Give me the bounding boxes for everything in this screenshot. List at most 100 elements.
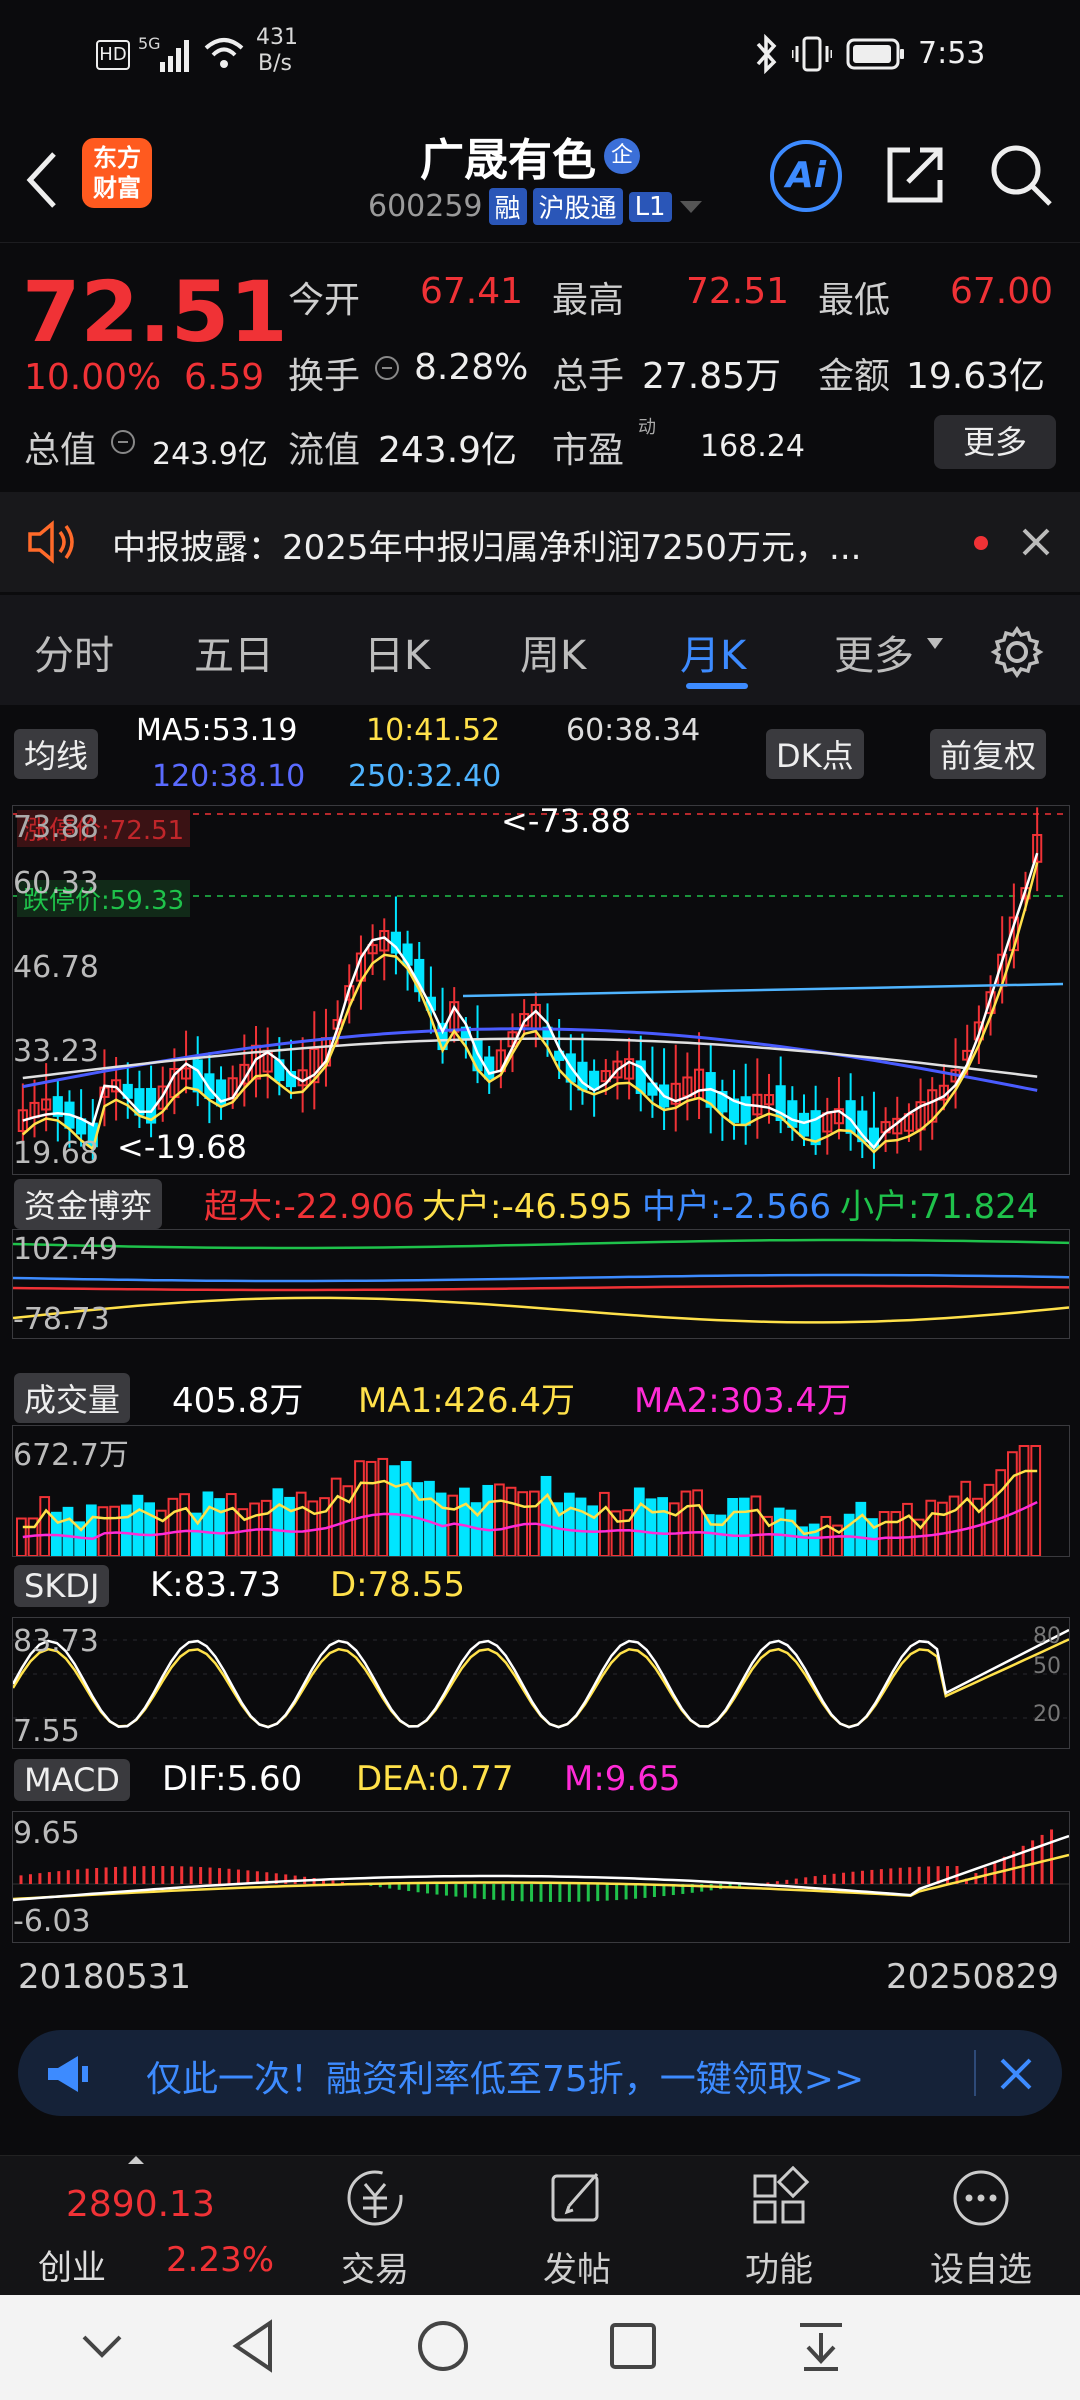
volume-chip[interactable]: 成交量 <box>14 1373 131 1423</box>
nav-collapse-icon[interactable] <box>80 2331 124 2363</box>
large-flow: 大户:-46.595 <box>422 1187 633 1227</box>
active-tab-indicator <box>686 683 748 689</box>
close-icon[interactable] <box>1020 526 1052 558</box>
volume-bar <box>948 1495 960 1557</box>
ma5-value: MA5:53.19 <box>136 713 298 748</box>
ai-assistant-button[interactable]: Ai <box>770 140 842 212</box>
skdj-k-line <box>11 1628 1070 1729</box>
ma10-value: 10:41.52 <box>366 713 501 748</box>
megaphone-icon <box>48 2056 88 2092</box>
search-icon[interactable] <box>988 142 1054 208</box>
promo-banner[interactable]: 仅此一次！融资利率低至75折，一键领取>> <box>18 2030 1062 2116</box>
volume-bar <box>214 1498 225 1557</box>
vibrate-icon <box>792 36 832 72</box>
nav-home-icon[interactable] <box>416 2319 470 2373</box>
close-icon[interactable] <box>998 2056 1034 2092</box>
kline-chart-area: 均线 MA5:53.19 10:41.52 60:38.34 120:38.10… <box>0 705 1080 2025</box>
promo-text[interactable]: 仅此一次！融资利率低至75折，一键领取>> <box>146 2050 864 2102</box>
share-icon[interactable] <box>884 142 948 206</box>
index-value[interactable]: 2890.13 <box>66 2184 215 2225</box>
float-mv-value: 243.9亿 <box>378 430 518 471</box>
grid-apps-icon <box>753 2165 810 2224</box>
volume-panel[interactable]: 672.7万 <box>12 1425 1070 1558</box>
wifi-icon <box>204 38 244 68</box>
tag-level: L1 <box>628 191 672 222</box>
min-price-marker: <-19.68 <box>117 1128 247 1166</box>
volume-bar <box>680 1490 692 1557</box>
ma250-value: 250:32.40 <box>348 759 502 794</box>
macd-chip[interactable]: MACD <box>14 1759 130 1801</box>
adjust-button[interactable]: 前复权 <box>930 729 1047 779</box>
announcement-bar[interactable]: 中报披露：2025年中报归属净利润7250万元，... <box>0 492 1080 592</box>
open-label: 今开 <box>288 280 361 321</box>
volume-bar <box>167 1497 179 1558</box>
dk-point-button[interactable]: DK点 <box>766 729 864 779</box>
stock-header: 东方 财富 广晟有色 企 600259 融 沪股通 L1 Ai <box>0 110 1080 240</box>
volume-bar <box>459 1487 470 1558</box>
settings-gear-icon[interactable] <box>990 625 1044 679</box>
tab-more[interactable]: 更多 <box>834 623 914 681</box>
skdj-d: D:78.55 <box>330 1565 465 1605</box>
volume-bar <box>937 1501 948 1557</box>
volume-bar <box>668 1502 680 1557</box>
app-logo[interactable]: 东方 财富 <box>82 138 152 208</box>
add-watchlist-button[interactable]: 设自选 <box>906 2166 1056 2291</box>
info-icon[interactable] <box>374 355 400 381</box>
ma60-value: 60:38.34 <box>566 713 701 748</box>
expand-caret-icon[interactable] <box>128 2156 144 2164</box>
dropdown-icon[interactable] <box>678 197 704 217</box>
volume-bar <box>330 1477 342 1557</box>
candle-body <box>589 1070 600 1091</box>
fund-flow-panel[interactable]: 102.49 -78.73 <box>12 1229 1070 1339</box>
fund-axis-top: 102.49 <box>13 1232 118 1267</box>
axis-label-4: 33.23 <box>13 1034 99 1069</box>
volume-bar <box>295 1491 307 1557</box>
mid-flow-line <box>12 1273 1070 1283</box>
change-amount: 6.59 <box>184 357 265 398</box>
ma-selector-chip[interactable]: 均线 <box>14 729 99 779</box>
volume-bar <box>785 1509 797 1558</box>
tab-five-day[interactable]: 五日 <box>194 623 274 681</box>
tab-daily-k[interactable]: 日K <box>364 623 430 681</box>
volume-ma1: MA1:426.4万 <box>358 1381 576 1421</box>
functions-button[interactable]: 功能 <box>704 2165 854 2291</box>
tab-intraday[interactable]: 分时 <box>34 623 114 681</box>
stock-name[interactable]: 广晟有色 <box>420 124 596 188</box>
skdj-svg <box>11 1628 1070 1729</box>
volume-bar <box>657 1497 668 1558</box>
info-icon[interactable] <box>110 429 136 455</box>
date-end: 20250829 <box>886 1957 1060 1997</box>
macd-panel[interactable]: 9.65 -6.03 <box>12 1811 1070 1943</box>
volume-value: 27.85万 <box>642 356 782 397</box>
kline-panel[interactable]: 涨停价:72.51 跌停价:59.33 73.88 60.33 46.78 33… <box>12 802 1070 1175</box>
tab-monthly-k[interactable]: 月K <box>680 623 746 681</box>
volume-bar <box>1007 1451 1018 1557</box>
super-large-flow: 超大:-22.906 <box>204 1187 415 1227</box>
nav-recents-icon[interactable] <box>608 2321 658 2371</box>
post-button[interactable]: 发帖 <box>502 2166 652 2291</box>
skdj-axis-top: 83.73 <box>13 1624 99 1659</box>
amount-value: 19.63亿 <box>906 356 1046 397</box>
candle-body <box>798 1112 810 1137</box>
bottom-toolbar: 2890.13 创业 2.23% 交易 发帖 功能 设自选 <box>0 2155 1080 2296</box>
back-arrow-icon[interactable] <box>22 150 62 210</box>
skdj-panel[interactable]: 83.73 7.55 80 50 20 <box>11 1617 1070 1749</box>
bluetooth-icon <box>756 34 777 74</box>
nav-download-icon[interactable] <box>796 2319 846 2373</box>
tab-weekly-k[interactable]: 周K <box>520 623 586 681</box>
fund-flow-chip[interactable]: 资金博弈 <box>14 1179 163 1229</box>
volume-bar <box>482 1484 494 1557</box>
skdj-chip[interactable]: SKDJ <box>14 1565 110 1607</box>
announcement-text[interactable]: 中报披露：2025年中报归属净利润7250万元，... <box>112 520 942 569</box>
volume-bar <box>505 1486 517 1557</box>
more-button[interactable]: 更多 <box>934 415 1056 469</box>
volume-bar <box>365 1460 377 1557</box>
volume-bar <box>97 1506 109 1558</box>
macd-m: M:9.65 <box>564 1759 681 1799</box>
speaker-icon <box>28 520 74 564</box>
volume-axis-top: 672.7万 <box>13 1438 129 1473</box>
index-name[interactable]: 创业 <box>38 2240 106 2289</box>
trade-button[interactable]: 交易 <box>300 2166 450 2291</box>
nav-back-icon[interactable] <box>230 2319 276 2373</box>
low-value: 67.00 <box>950 271 1054 312</box>
